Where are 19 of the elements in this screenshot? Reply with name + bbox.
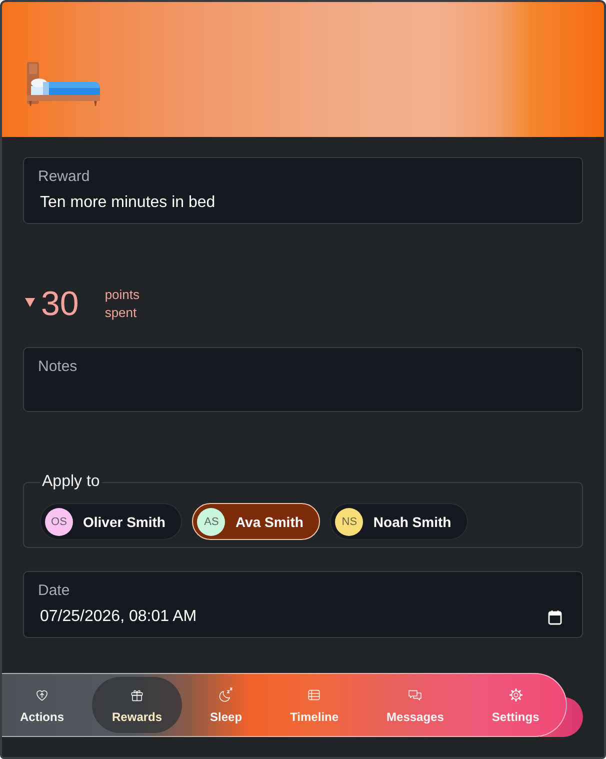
person-chip[interactable]: OS Oliver Smith: [40, 503, 182, 540]
apply-to-label: Apply to: [41, 473, 101, 491]
avatar: OS: [45, 508, 73, 536]
notes-field[interactable]: Notes: [23, 347, 583, 412]
bed-icon: [27, 62, 100, 107]
reward-field[interactable]: Reward Ten more minutes in bed: [23, 157, 583, 224]
nav-tab[interactable]: Sleep: [190, 677, 262, 733]
date-field[interactable]: Date 07/25/2026, 08:01 AM: [23, 571, 583, 638]
nav-tab[interactable]: Rewards: [92, 677, 182, 733]
settings-icon: [508, 686, 524, 702]
person-chip[interactable]: AS Ava Smith: [192, 503, 320, 540]
avatar: NS: [335, 508, 364, 536]
moon-icon: [218, 686, 234, 702]
person-chip[interactable]: NS Noah Smith: [330, 503, 468, 540]
avatar: AS: [197, 508, 226, 536]
points-amount: 30: [41, 284, 79, 324]
nav-tab[interactable]: Actions: [2, 677, 84, 733]
points-caption: points spent: [104, 286, 140, 322]
calendar-icon[interactable]: [548, 610, 562, 624]
